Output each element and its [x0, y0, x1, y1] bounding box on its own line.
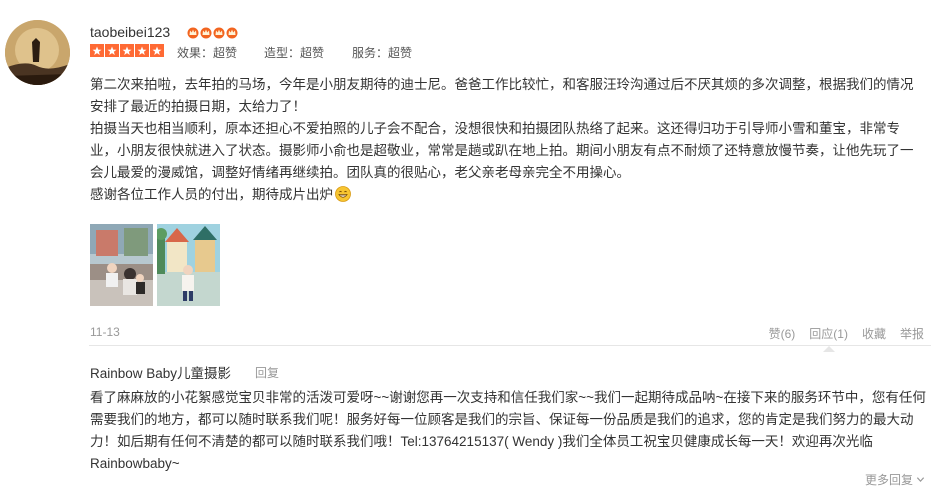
crown-icon: [213, 27, 225, 39]
star-icon: [120, 44, 134, 57]
grin-emoji-icon: [335, 186, 351, 202]
crown-icon: [226, 27, 238, 39]
chevron-down-icon: [916, 477, 925, 482]
review-body: 第二次来拍啦，去年拍的马场，今年是小朋友期待的迪士尼。爸爸工作比较忙，和客服汪玲…: [90, 74, 925, 206]
crown-icon: [187, 27, 199, 39]
more-replies-label: 更多回复: [864, 473, 913, 487]
review-paragraph: 第二次来拍啦，去年拍的马场，今年是小朋友期待的迪士尼。爸爸工作比较忙，和客服汪玲…: [90, 77, 914, 114]
review-paragraph-text: 拍摄当天也相当顺利，原本还担心不爱拍照的儿子会不配合，没想很快和拍摄团队热络了起…: [90, 121, 914, 180]
rating-styling: 造型：超赞: [264, 46, 325, 60]
user-avatar[interactable]: [5, 20, 70, 85]
divider: [89, 345, 931, 346]
reply-label: 回复: [255, 366, 280, 380]
report-button[interactable]: 举报: [893, 325, 931, 342]
review-actions: 赞(6) 回应(1) 收藏 举报: [762, 325, 931, 352]
review-paragraph-text: 感谢各位工作人员的付出，期待成片出炉: [90, 187, 333, 202]
avatar-image: [5, 20, 70, 85]
reply-toggle-button[interactable]: 回应(1): [802, 325, 855, 352]
merchant-reply-text: 看了麻麻放的小花絮感觉宝贝非常的活泼可爱呀~~谢谢您再一次支持和信任我们家~~我…: [90, 390, 926, 471]
review-date: 11-13: [90, 325, 120, 339]
crown-icon: [200, 27, 212, 39]
star-icon: [90, 44, 104, 57]
user-level-badges: [187, 26, 238, 39]
username[interactable]: taobeibei123: [90, 24, 170, 40]
star-icon: [150, 44, 164, 57]
review-photos: [90, 224, 220, 306]
star-icon: [105, 44, 119, 57]
rating-service: 服务：超赞: [352, 46, 413, 60]
star-icon: [135, 44, 149, 57]
review-paragraph: 感谢各位工作人员的付出，期待成片出炉: [90, 184, 925, 206]
merchant-name[interactable]: Rainbow Baby儿童摄影: [90, 362, 231, 382]
more-replies-link[interactable]: 更多回复: [865, 471, 925, 488]
review-photo-1[interactable]: [90, 224, 153, 306]
favorite-button[interactable]: 收藏: [855, 325, 893, 342]
rating-effect: 效果：超赞: [177, 46, 238, 60]
like-button[interactable]: 赞(6): [762, 325, 803, 342]
review-paragraph: 拍摄当天也相当顺利，原本还担心不爱拍照的儿子会不配合，没想很快和拍摄团队热络了起…: [90, 118, 925, 184]
review-photo-2[interactable]: [157, 224, 220, 306]
star-rating: [90, 44, 164, 57]
